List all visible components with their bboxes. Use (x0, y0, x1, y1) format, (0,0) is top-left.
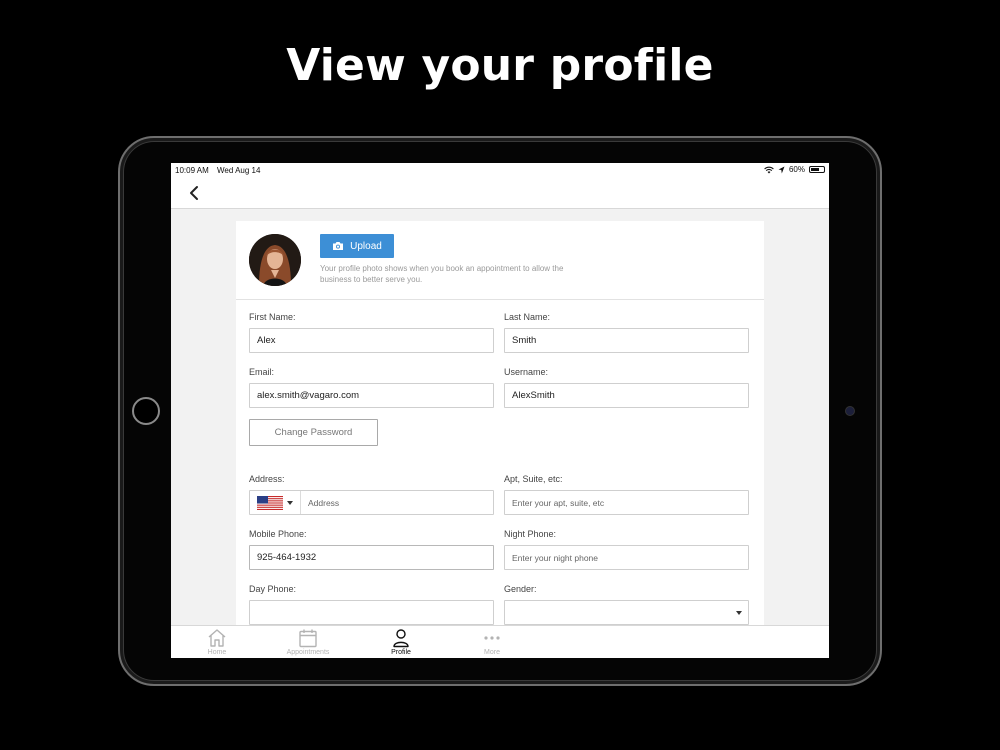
photo-hint-text: Your profile photo shows when you book a… (320, 264, 564, 284)
gender-dropdown-icon (736, 611, 742, 615)
tab-home-label: Home (207, 649, 227, 656)
country-selector[interactable] (250, 491, 301, 514)
person-icon (393, 629, 409, 648)
more-icon (484, 636, 500, 640)
tab-home[interactable]: Home (187, 628, 247, 656)
apt-label: Apt, Suite, etc: (504, 474, 563, 484)
last-name-label: Last Name: (504, 312, 551, 322)
username-input[interactable]: AlexSmith (504, 383, 749, 408)
tab-appointments[interactable]: Appointments (278, 628, 338, 656)
address-input[interactable]: Address (249, 490, 494, 515)
tab-profile[interactable]: Profile (371, 628, 431, 656)
home-icon (208, 629, 226, 647)
upload-label: Upload (350, 240, 382, 252)
tab-more[interactable]: More (462, 628, 522, 656)
day-phone-input[interactable] (249, 600, 494, 625)
wifi-icon (764, 166, 774, 173)
first-name-label: First Name: (249, 312, 296, 322)
status-indicators: 60% (764, 165, 825, 174)
address-placeholder: Address (308, 497, 340, 508)
camera-icon (333, 242, 344, 250)
page-headline: View your profile (286, 40, 714, 91)
app-screen: 10:09 AM Wed Aug 14 60% Upload Your prof… (171, 163, 829, 658)
battery-icon (809, 166, 825, 173)
status-time: 10:09 AM (175, 166, 209, 175)
navigation-bar (171, 177, 829, 209)
front-camera (846, 407, 854, 415)
profile-photo-section: Upload Your profile photo shows when you… (236, 221, 764, 300)
address-label: Address: (249, 474, 285, 484)
tab-appointments-label: Appointments (286, 649, 330, 656)
gender-label: Gender: (504, 584, 537, 594)
email-label: Email: (249, 367, 275, 377)
username-label: Username: (504, 367, 549, 377)
mobile-phone-label: Mobile Phone: (249, 529, 307, 539)
night-phone-label: Night Phone: (504, 529, 557, 539)
country-caret-icon (287, 500, 293, 505)
mobile-phone-input[interactable]: 925-464-1932 (249, 545, 494, 570)
tab-profile-label: Profile (391, 649, 411, 656)
upload-photo-button[interactable]: Upload (320, 234, 394, 258)
gender-select[interactable] (504, 600, 749, 625)
change-password-button[interactable]: Change Password (249, 419, 378, 446)
tab-more-label: More (484, 649, 500, 656)
day-phone-label: Day Phone: (249, 584, 297, 594)
home-button[interactable] (132, 397, 160, 425)
us-flag-icon (257, 495, 283, 510)
avatar (249, 234, 301, 286)
location-arrow-icon (778, 166, 785, 173)
status-bar: 10:09 AM Wed Aug 14 60% (171, 163, 829, 177)
email-input[interactable]: alex.smith@vagaro.com (249, 383, 494, 408)
profile-portrait-image (249, 234, 301, 286)
status-date: Wed Aug 14 (217, 166, 261, 175)
battery-percent: 60% (788, 165, 805, 174)
apt-input[interactable]: Enter your apt, suite, etc (504, 490, 749, 515)
calendar-icon (299, 629, 317, 648)
back-chevron-icon[interactable] (185, 183, 205, 203)
bottom-tab-bar: Home Appointments Profile More (171, 625, 829, 658)
night-phone-input[interactable]: Enter your night phone (504, 545, 749, 570)
profile-card: Upload Your profile photo shows when you… (236, 221, 764, 641)
last-name-input[interactable]: Smith (504, 328, 749, 353)
first-name-input[interactable]: Alex (249, 328, 494, 353)
